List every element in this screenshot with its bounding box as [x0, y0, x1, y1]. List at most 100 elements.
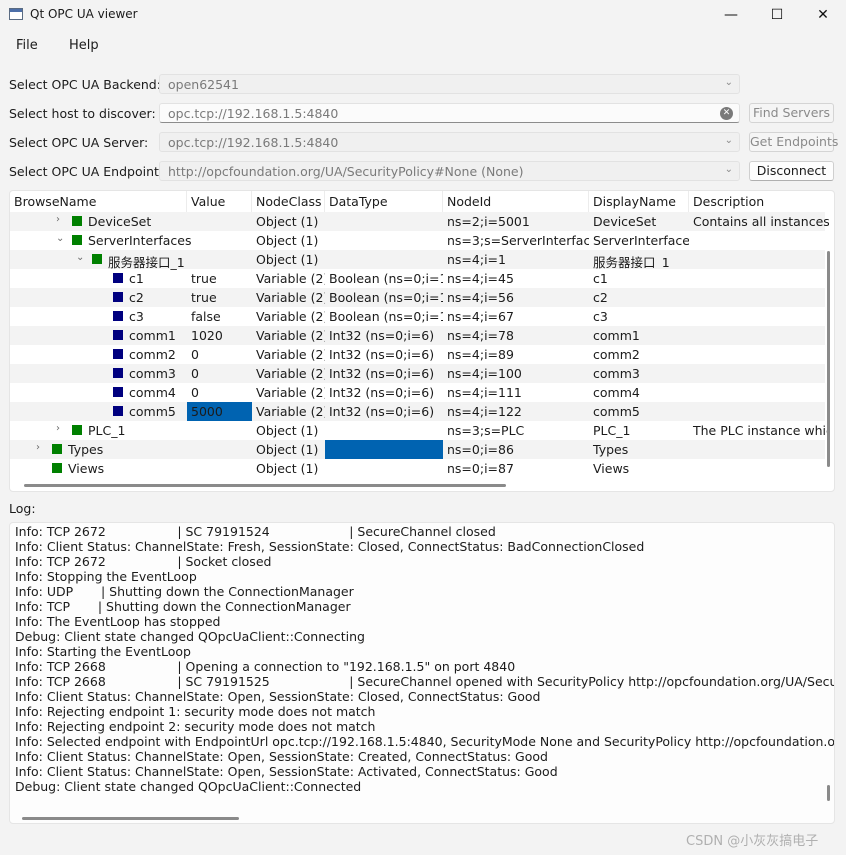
cell-datatype[interactable]: Int32 (ns=0;i=6) — [325, 402, 443, 421]
tree-row[interactable]: c2 true Variable (2) Boolean (ns=0;i=1) ns=4… — [10, 288, 825, 307]
log-output[interactable]: Info: TCP 2672 | SC 79191524 | SecureCha… — [9, 522, 835, 824]
cell-value[interactable] — [187, 459, 252, 478]
tree-row[interactable]: › Types Object (1) ns=0;i=86 Types — [10, 440, 825, 459]
cell-value[interactable] — [187, 440, 252, 459]
cell-nodeclass[interactable]: Variable (2) — [252, 364, 325, 383]
cell-description[interactable]: The PLC instance which — [689, 421, 829, 440]
cell-datatype[interactable]: Int32 (ns=0;i=6) — [325, 383, 443, 402]
get-endpoints-button[interactable]: Get Endpoints — [749, 132, 838, 152]
cell-display[interactable]: c2 — [589, 288, 689, 307]
tree-row[interactable]: c3 false Variable (2) Boolean (ns=0;i=1) ns=… — [10, 307, 825, 326]
tree-row[interactable]: › DeviceSet Object (1) ns=2;i=5001 DeviceSet… — [10, 212, 829, 231]
cell-datatype[interactable]: Int32 (ns=0;i=6) — [325, 326, 443, 345]
log-vertical-scrollbar[interactable] — [827, 785, 830, 801]
cell-display[interactable]: comm1 — [589, 326, 689, 345]
server-combo[interactable]: opc.tcp://192.168.1.5:4840 ⌄ — [159, 132, 740, 152]
tree-row[interactable]: comm1 1020 Variable (2) Int32 (ns=0;i=6) ns=… — [10, 326, 825, 345]
cell-value[interactable] — [187, 212, 252, 231]
cell-nodeclass[interactable]: Variable (2) — [252, 326, 325, 345]
cell-nodeclass[interactable]: Variable (2) — [252, 345, 325, 364]
cell-display[interactable]: comm5 — [589, 402, 689, 421]
cell-description[interactable] — [689, 364, 829, 383]
cell-datatype[interactable]: Int32 (ns=0;i=6) — [325, 345, 443, 364]
cell-datatype[interactable] — [325, 212, 443, 231]
tree-row[interactable]: ⌄ ServerInterfaces Object (1) ns=3;s=Server… — [10, 231, 825, 250]
header-nodeid[interactable]: NodeId — [443, 191, 589, 212]
cell-nodeid[interactable]: ns=0;i=87 — [443, 459, 589, 478]
cell-nodeclass[interactable]: Variable (2) — [252, 288, 325, 307]
cell-datatype[interactable] — [325, 440, 443, 459]
cell-display[interactable]: PLC_1 — [589, 421, 689, 440]
node-tree-view[interactable]: BrowseName Value NodeClass DataType Node… — [9, 190, 835, 492]
collapse-arrow-icon[interactable]: ⌄ — [76, 252, 84, 263]
cell-value[interactable] — [187, 250, 252, 269]
cell-nodeclass[interactable]: Object (1) — [252, 440, 325, 459]
menu-file[interactable]: File — [16, 38, 38, 53]
cell-description[interactable] — [689, 269, 829, 288]
tree-row[interactable]: › PLC_1 Object (1) ns=3;s=PLC PLC_1 The PLC i… — [10, 421, 829, 440]
cell-value[interactable] — [187, 421, 252, 440]
cell-value[interactable]: 5000 — [187, 402, 252, 421]
cell-nodeid[interactable]: ns=4;i=111 — [443, 383, 589, 402]
header-displayname[interactable]: DisplayName — [589, 191, 689, 212]
cell-display[interactable]: c3 — [589, 307, 689, 326]
cell-nodeid[interactable]: ns=3;s=PLC — [443, 421, 589, 440]
cell-description[interactable] — [689, 326, 829, 345]
header-browsename[interactable]: BrowseName — [10, 191, 187, 212]
collapse-arrow-icon[interactable]: ⌄ — [56, 233, 64, 244]
menu-help[interactable]: Help — [69, 38, 99, 53]
cell-display[interactable]: c1 — [589, 269, 689, 288]
cell-display[interactable]: Types — [589, 440, 689, 459]
cell-display[interactable]: 服务器接口_1 — [589, 250, 689, 269]
cell-description[interactable] — [689, 440, 829, 459]
cell-nodeid[interactable]: ns=4;i=1 — [443, 250, 589, 269]
find-servers-button[interactable]: Find Servers — [749, 103, 834, 123]
cell-nodeid[interactable]: ns=4;i=78 — [443, 326, 589, 345]
disconnect-button[interactable]: Disconnect — [749, 161, 834, 181]
cell-value[interactable]: 0 — [187, 364, 252, 383]
header-description[interactable]: Description — [689, 191, 834, 212]
cell-description[interactable] — [689, 345, 829, 364]
cell-datatype[interactable]: Int32 (ns=0;i=6) — [325, 364, 443, 383]
tree-vertical-scrollbar[interactable] — [827, 251, 830, 467]
cell-nodeid[interactable]: ns=4;i=56 — [443, 288, 589, 307]
cell-value[interactable]: false — [187, 307, 252, 326]
backend-combo[interactable]: open62541 ⌄ — [159, 74, 740, 94]
cell-description[interactable] — [689, 288, 829, 307]
tree-row[interactable]: comm5 5000 Variable (2) Int32 (ns=0;i=6) ns=… — [10, 402, 825, 421]
cell-display[interactable]: Views — [589, 459, 689, 478]
cell-nodeid[interactable]: ns=4;i=89 — [443, 345, 589, 364]
close-button[interactable]: ✕ — [800, 0, 846, 30]
cell-value[interactable]: true — [187, 288, 252, 307]
cell-value[interactable]: 0 — [187, 383, 252, 402]
expand-arrow-icon[interactable]: › — [36, 442, 40, 453]
cell-nodeclass[interactable]: Object (1) — [252, 250, 325, 269]
endpoint-combo[interactable]: http://opcfoundation.org/UA/SecurityPoli… — [159, 161, 740, 181]
cell-value[interactable] — [187, 231, 252, 250]
cell-description[interactable] — [689, 383, 829, 402]
tree-row[interactable]: comm3 0 Variable (2) Int32 (ns=0;i=6) ns=4;i… — [10, 364, 825, 383]
tree-row[interactable]: Views Object (1) ns=0;i=87 Views — [10, 459, 825, 478]
log-horizontal-scrollbar[interactable] — [22, 817, 239, 820]
cell-datatype[interactable]: Boolean (ns=0;i=1) — [325, 269, 443, 288]
cell-nodeclass[interactable]: Variable (2) — [252, 383, 325, 402]
cell-nodeid[interactable]: ns=2;i=5001 — [443, 212, 589, 231]
cell-nodeid[interactable]: ns=3;s=ServerInterfaces — [443, 231, 589, 250]
tree-row[interactable]: comm2 0 Variable (2) Int32 (ns=0;i=6) ns=4;i… — [10, 345, 825, 364]
cell-value[interactable]: 0 — [187, 345, 252, 364]
cell-datatype[interactable] — [325, 250, 443, 269]
cell-nodeclass[interactable]: Object (1) — [252, 212, 325, 231]
cell-datatype[interactable] — [325, 231, 443, 250]
cell-nodeid[interactable]: ns=4;i=45 — [443, 269, 589, 288]
expand-arrow-icon[interactable]: › — [56, 214, 60, 225]
cell-nodeid[interactable]: ns=4;i=100 — [443, 364, 589, 383]
cell-datatype[interactable]: Boolean (ns=0;i=1) — [325, 288, 443, 307]
header-value[interactable]: Value — [187, 191, 252, 212]
cell-description[interactable]: Contains all instances of — [689, 212, 829, 231]
cell-datatype[interactable]: Boolean (ns=0;i=1) — [325, 307, 443, 326]
cell-display[interactable]: comm2 — [589, 345, 689, 364]
cell-description[interactable] — [689, 307, 829, 326]
clear-icon[interactable]: ✕ — [720, 107, 733, 120]
cell-nodeid[interactable]: ns=4;i=67 — [443, 307, 589, 326]
host-input[interactable]: opc.tcp://192.168.1.5:4840 ✕ — [159, 103, 740, 123]
